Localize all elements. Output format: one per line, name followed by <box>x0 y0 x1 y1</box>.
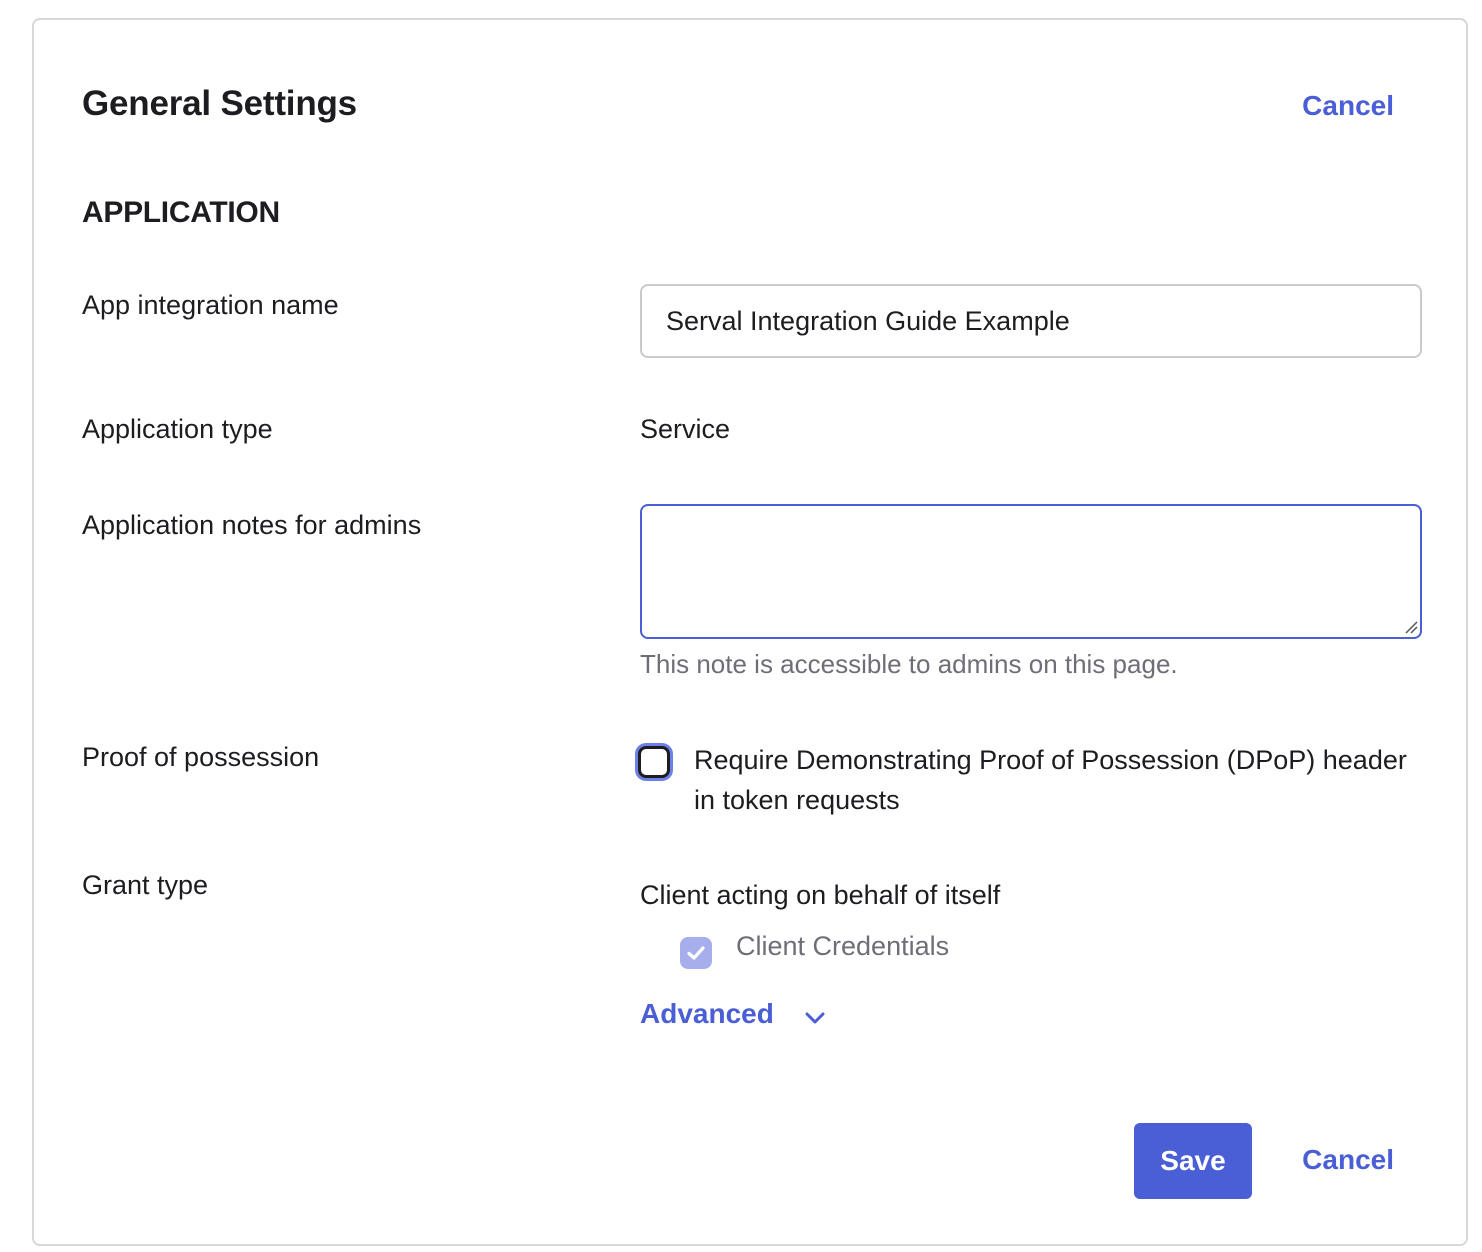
app-name-label: App integration name <box>82 290 339 320</box>
client-credentials-label: Client Credentials <box>736 931 950 961</box>
app-notes-textarea[interactable] <box>640 504 1422 639</box>
app-type-value: Service <box>640 414 731 444</box>
client-credentials-row: Client Credentials <box>680 931 1000 969</box>
app-notes-label: Application notes for admins <box>82 510 422 540</box>
save-button[interactable]: Save <box>1134 1123 1252 1199</box>
checkmark-icon <box>687 946 705 960</box>
app-name-input[interactable] <box>640 284 1422 358</box>
client-credentials-checkbox <box>680 937 712 969</box>
chevron-down-icon[interactable] <box>802 1009 828 1027</box>
cancel-link-bottom[interactable]: Cancel <box>1302 1144 1394 1176</box>
dpop-checkbox[interactable] <box>638 746 670 778</box>
grant-type-field-wrapper: Client acting on behalf of itself Client… <box>640 880 1000 969</box>
general-settings-panel: General Settings Cancel APPLICATION App … <box>32 18 1468 1246</box>
app-notes-field-wrapper: This note is accessible to admins on thi… <box>640 504 1422 680</box>
dpop-checkbox-label[interactable]: Require Demonstrating Proof of Possessio… <box>694 740 1414 820</box>
grant-type-subheading: Client acting on behalf of itself <box>640 880 1001 910</box>
advanced-label[interactable]: Advanced <box>640 998 774 1030</box>
section-heading-application: APPLICATION <box>82 196 280 229</box>
app-type-label: Application type <box>82 414 273 444</box>
app-name-field-wrapper <box>640 284 1422 358</box>
advanced-toggle[interactable]: Advanced <box>640 998 828 1030</box>
grant-type-label: Grant type <box>82 870 209 900</box>
dpop-label: Proof of possession <box>82 742 320 772</box>
resize-grip-icon[interactable] <box>1404 620 1418 634</box>
app-notes-hint: This note is accessible to admins on thi… <box>640 649 1178 679</box>
cancel-link-top[interactable]: Cancel <box>1302 90 1394 122</box>
page-title: General Settings <box>82 84 357 123</box>
